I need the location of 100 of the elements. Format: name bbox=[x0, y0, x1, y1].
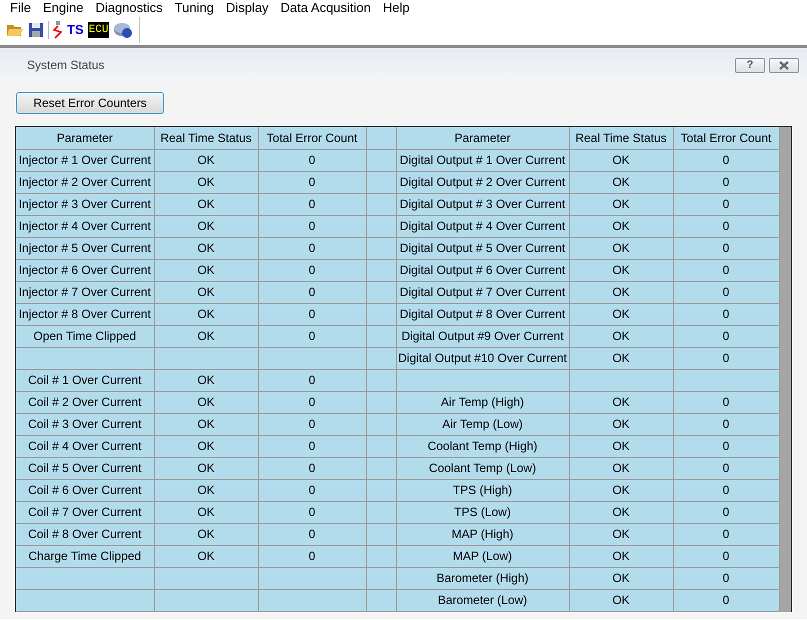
table-cell: OK bbox=[154, 149, 258, 171]
dialog-title: System Status bbox=[27, 57, 104, 74]
menu-item[interactable]: File bbox=[4, 0, 37, 15]
table-cell: OK bbox=[569, 413, 673, 435]
table-cell: Injector # 6 Over Current bbox=[16, 259, 154, 281]
table-cell: Digital Output # 6 Over Current bbox=[396, 259, 569, 281]
reset-error-counters-button[interactable]: Reset Error Counters bbox=[16, 92, 164, 114]
table-cell: Barometer (Low) bbox=[396, 589, 569, 611]
table-cell: OK bbox=[569, 193, 673, 215]
table-cell: 0 bbox=[673, 259, 779, 281]
table-cell: 0 bbox=[258, 413, 366, 435]
table-cell: 0 bbox=[258, 501, 366, 523]
scrollbar[interactable] bbox=[780, 127, 791, 612]
table-cell: OK bbox=[154, 237, 258, 259]
column-header: Total Error Count bbox=[673, 127, 779, 149]
table-cell: Coil # 6 Over Current bbox=[16, 479, 154, 501]
table-cell: 0 bbox=[258, 237, 366, 259]
column-header: Real Time Status bbox=[569, 127, 673, 149]
table-cell: Air Temp (Low) bbox=[396, 413, 569, 435]
table-cell: OK bbox=[569, 215, 673, 237]
table-cell: 0 bbox=[258, 523, 366, 545]
table-cell: 0 bbox=[258, 281, 366, 303]
table-cell: Coil # 1 Over Current bbox=[16, 369, 154, 391]
table-cell: Digital Output # 5 Over Current bbox=[396, 237, 569, 259]
table-cell: 0 bbox=[258, 215, 366, 237]
table-cell: OK bbox=[569, 567, 673, 589]
table-cell: TPS (High) bbox=[396, 479, 569, 501]
table-cell: 0 bbox=[258, 391, 366, 413]
table-cell: 0 bbox=[673, 413, 779, 435]
table-cell: OK bbox=[154, 391, 258, 413]
table-cell: 0 bbox=[673, 567, 779, 589]
table-cell: 0 bbox=[258, 303, 366, 325]
table-cell: 0 bbox=[673, 171, 779, 193]
table-cell: OK bbox=[154, 259, 258, 281]
table-cell: OK bbox=[154, 413, 258, 435]
table-cell: OK bbox=[154, 215, 258, 237]
table-cell: 0 bbox=[673, 501, 779, 523]
table-cell: 0 bbox=[673, 325, 779, 347]
column-header: Real Time Status bbox=[154, 127, 258, 149]
table-cell: OK bbox=[569, 501, 673, 523]
table-cell: 0 bbox=[258, 325, 366, 347]
menu-item[interactable]: Data Acqusition bbox=[274, 0, 377, 15]
close-icon bbox=[778, 60, 790, 70]
table-cell: Digital Output #10 Over Current bbox=[396, 347, 569, 369]
table-cell: OK bbox=[154, 369, 258, 391]
menu-item[interactable]: Engine bbox=[36, 0, 90, 15]
toolbar-text-button[interactable]: TS bbox=[67, 20, 84, 40]
toolbar-chip-button[interactable]: ECU bbox=[88, 22, 110, 38]
menu-item[interactable]: Display bbox=[220, 0, 275, 15]
table-cell: OK bbox=[569, 545, 673, 567]
table-cell: Coil # 2 Over Current bbox=[16, 391, 154, 413]
table-cell: Coil # 8 Over Current bbox=[16, 523, 154, 545]
table-cell: OK bbox=[569, 303, 673, 325]
table-cell: 0 bbox=[673, 215, 779, 237]
table-cell: Injector # 5 Over Current bbox=[16, 237, 154, 259]
table-cell: OK bbox=[569, 457, 673, 479]
table-cell: Injector # 3 Over Current bbox=[16, 193, 154, 215]
menu-item[interactable]: Help bbox=[376, 0, 416, 15]
table-cell: Digital Output # 8 Over Current bbox=[396, 303, 569, 325]
table-cell: OK bbox=[154, 281, 258, 303]
table-cell: OK bbox=[154, 193, 258, 215]
table-cell: OK bbox=[569, 325, 673, 347]
table-cell: 0 bbox=[673, 545, 779, 567]
table-cell: OK bbox=[154, 479, 258, 501]
table-cell: 0 bbox=[673, 303, 779, 325]
table-cell: Coil # 5 Over Current bbox=[16, 457, 154, 479]
table-cell: 0 bbox=[673, 523, 779, 545]
table-cell: 0 bbox=[673, 193, 779, 215]
table-cell: Coil # 7 Over Current bbox=[16, 501, 154, 523]
table-cell: Charge Time Clipped bbox=[16, 545, 154, 567]
column-header: Total Error Count bbox=[258, 127, 366, 149]
table-cell: OK bbox=[154, 303, 258, 325]
table-cell: Open Time Clipped bbox=[16, 325, 154, 347]
table-cell: OK bbox=[569, 171, 673, 193]
table-cell: 0 bbox=[258, 259, 366, 281]
table-cell: 0 bbox=[258, 457, 366, 479]
help-button[interactable]: ? bbox=[735, 58, 765, 72]
table-cell: MAP (Low) bbox=[396, 545, 569, 567]
menu-item[interactable]: Diagnostics bbox=[89, 0, 169, 15]
disk-help-icon[interactable] bbox=[113, 21, 134, 39]
table-cell: OK bbox=[154, 435, 258, 457]
table-cell: OK bbox=[569, 259, 673, 281]
table-cell: Injector # 7 Over Current bbox=[16, 281, 154, 303]
table-cell: OK bbox=[569, 589, 673, 611]
menu-item[interactable]: Tuning bbox=[168, 0, 220, 15]
table-cell: 0 bbox=[673, 237, 779, 259]
table-cell: 0 bbox=[673, 457, 779, 479]
table-cell: 0 bbox=[258, 369, 366, 391]
table-cell: 0 bbox=[673, 391, 779, 413]
table-cell: Injector # 2 Over Current bbox=[16, 171, 154, 193]
table-cell: Digital Output # 2 Over Current bbox=[396, 171, 569, 193]
table-cell: 0 bbox=[258, 435, 366, 457]
table-cell: OK bbox=[569, 523, 673, 545]
table-cell: OK bbox=[154, 545, 258, 567]
zigzag-icon[interactable] bbox=[53, 21, 63, 39]
table-cell: 0 bbox=[258, 479, 366, 501]
table-cell: OK bbox=[154, 457, 258, 479]
close-button[interactable] bbox=[769, 58, 799, 72]
table-cell: Digital Output # 7 Over Current bbox=[396, 281, 569, 303]
table-cell: Barometer (High) bbox=[396, 567, 569, 589]
